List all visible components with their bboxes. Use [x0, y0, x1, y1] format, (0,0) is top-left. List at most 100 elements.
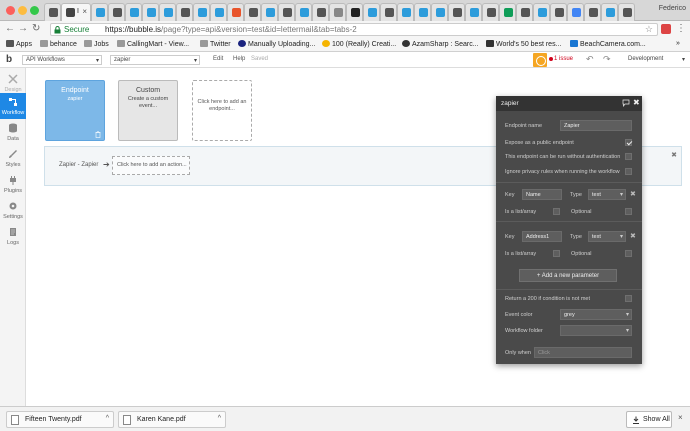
param-list-checkbox[interactable] [553, 250, 560, 257]
browser-tab[interactable] [159, 3, 176, 21]
browser-tab[interactable] [329, 3, 346, 21]
show-all-button[interactable]: Show All [626, 411, 672, 428]
browser-tab-active[interactable]: I × [61, 3, 91, 21]
browser-tab[interactable] [465, 3, 482, 21]
comment-icon[interactable] [622, 99, 630, 107]
browser-tab[interactable] [533, 3, 550, 21]
browser-tab[interactable] [397, 3, 414, 21]
browser-tab[interactable] [142, 3, 159, 21]
add-action-button[interactable]: Click here to add an action... [112, 156, 190, 175]
warning-icon[interactable] [533, 53, 547, 67]
close-window-button[interactable] [6, 6, 15, 15]
return-200-checkbox[interactable] [625, 295, 632, 302]
forward-icon[interactable]: → [18, 23, 28, 34]
issue-count[interactable]: 1 issue [554, 56, 573, 62]
param-type-select[interactable]: text ▾ [588, 231, 626, 242]
bookmark-worlds-50-best[interactable]: World's 50 best res... [486, 40, 561, 48]
browser-tab[interactable] [176, 3, 193, 21]
bookmark-star-icon[interactable]: ☆ [645, 24, 653, 35]
browser-tab[interactable] [431, 3, 448, 21]
browser-tab[interactable] [601, 3, 618, 21]
browser-tab[interactable] [482, 3, 499, 21]
workflow-name[interactable]: Zapier - Zapier [59, 162, 98, 168]
browser-tab[interactable] [91, 3, 108, 21]
bookmark-manually-uploading[interactable]: Manually Uploading... [238, 40, 315, 48]
close-icon[interactable]: × [678, 413, 683, 422]
browser-tab[interactable] [346, 3, 363, 21]
redo-icon[interactable]: ↷ [603, 54, 611, 65]
expose-public-checkbox[interactable] [625, 139, 632, 146]
trash-icon[interactable] [95, 131, 101, 138]
help-menu[interactable]: Help [233, 56, 245, 62]
no-auth-checkbox[interactable] [625, 153, 632, 160]
param-key-field[interactable]: Name [522, 189, 562, 200]
browser-tab[interactable] [312, 3, 329, 21]
maximize-window-button[interactable] [30, 6, 39, 15]
app-select[interactable]: zapier ▾ [110, 55, 200, 65]
extension-icon[interactable] [661, 24, 671, 34]
event-color-select[interactable]: grey ▾ [560, 309, 632, 320]
browser-tab[interactable] [295, 3, 312, 21]
chevron-up-icon[interactable]: ^ [218, 415, 221, 422]
bookmarks-overflow-icon[interactable]: » [676, 40, 680, 47]
custom-event-card[interactable]: Custom Create a custom event... [118, 80, 178, 141]
param-optional-checkbox[interactable] [625, 208, 632, 215]
sidebar-item-settings[interactable]: Settings [0, 197, 26, 223]
add-endpoint-card[interactable]: Click here to add an endpoint... [192, 80, 252, 141]
minimize-window-button[interactable] [18, 6, 27, 15]
delete-param-icon[interactable]: ✖ [630, 190, 636, 198]
sidebar-item-logs[interactable]: Logs [0, 223, 26, 249]
reload-icon[interactable]: ↻ [32, 23, 40, 34]
sidebar-item-styles[interactable]: Styles [0, 145, 26, 171]
bookmark-twitter[interactable]: Twitter [200, 40, 231, 48]
profile-name[interactable]: Federico [659, 5, 686, 12]
undo-icon[interactable]: ↶ [586, 54, 594, 65]
browser-tab[interactable] [244, 3, 261, 21]
param-list-checkbox[interactable] [553, 208, 560, 215]
bookmark-behance[interactable]: behance [40, 40, 77, 48]
browser-tab[interactable] [193, 3, 210, 21]
back-icon[interactable]: ← [5, 23, 15, 34]
browser-tab[interactable] [567, 3, 584, 21]
browser-tab[interactable] [278, 3, 295, 21]
ignore-privacy-checkbox[interactable] [625, 168, 632, 175]
bookmark-jobs[interactable]: Jobs [84, 40, 109, 48]
browser-tab[interactable] [261, 3, 278, 21]
close-icon[interactable]: ✖ [633, 98, 640, 107]
bubble-logo[interactable]: b [6, 54, 16, 65]
param-optional-checkbox[interactable] [625, 250, 632, 257]
bookmark-beachcamera[interactable]: BeachCamera.com... [570, 40, 646, 48]
delete-param-icon[interactable]: ✖ [630, 232, 636, 240]
browser-tab[interactable] [448, 3, 465, 21]
browser-tab[interactable] [618, 3, 635, 21]
sidebar-item-data[interactable]: Data [0, 119, 26, 145]
browser-tab[interactable] [227, 3, 244, 21]
endpoint-name-field[interactable]: Zapier [560, 120, 632, 131]
browser-tab[interactable] [363, 3, 380, 21]
add-parameter-button[interactable]: + Add a new parameter [519, 269, 617, 282]
bookmark-azamsharp[interactable]: AzamSharp : Searc... [402, 40, 479, 48]
bookmark-100-creative[interactable]: 100 (Really) Creati... [322, 40, 396, 48]
browser-tab[interactable] [210, 3, 227, 21]
browser-tab[interactable] [380, 3, 397, 21]
browser-tab[interactable] [516, 3, 533, 21]
edit-menu[interactable]: Edit [213, 56, 223, 62]
param-key-field[interactable]: Address1 [522, 231, 562, 242]
bookmark-callingmart[interactable]: CallingMart - View... [117, 40, 189, 48]
address-bar[interactable]: Secure https://bubble.is/page?type=api&v… [50, 23, 658, 36]
chevron-up-icon[interactable]: ^ [106, 415, 109, 422]
page-type-select[interactable]: API Workflows ▾ [22, 55, 102, 65]
sidebar-item-plugins[interactable]: Plugins [0, 171, 26, 197]
download-item[interactable]: Fifteen Twenty.pdf ^ [6, 411, 114, 428]
browser-menu-icon[interactable]: ⋮ [676, 23, 686, 34]
browser-tab[interactable] [499, 3, 516, 21]
close-icon[interactable]: ✖ [671, 151, 677, 159]
panel-header[interactable]: zapier ✖ [496, 96, 642, 111]
browser-tab[interactable] [44, 3, 61, 21]
browser-tab[interactable] [108, 3, 125, 21]
sidebar-item-workflow[interactable]: Workflow [0, 93, 26, 119]
version-select[interactable]: Development ▾ [625, 55, 687, 65]
endpoint-event-card[interactable]: Endpoint zapier [45, 80, 105, 141]
param-type-select[interactable]: text ▾ [588, 189, 626, 200]
bookmark-apps[interactable]: Apps [6, 40, 32, 48]
